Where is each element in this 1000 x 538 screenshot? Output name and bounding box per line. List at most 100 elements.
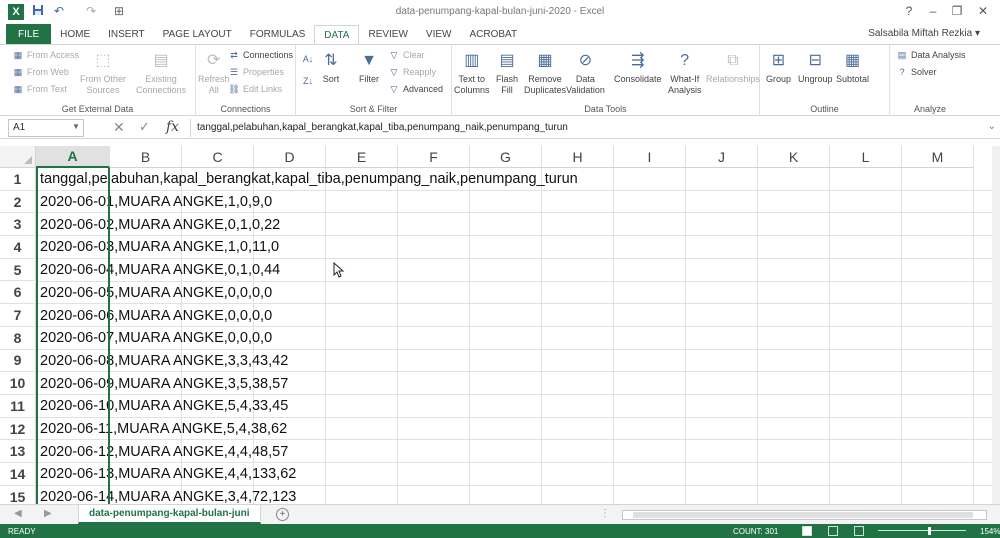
relationships-button[interactable]: ⧉ Relationships (706, 49, 760, 85)
tab-view[interactable]: VIEW (417, 24, 461, 44)
column-header-a[interactable]: A (36, 146, 110, 168)
tab-file[interactable]: FILE (6, 24, 52, 44)
column-header-g[interactable]: G (470, 146, 542, 168)
help-button[interactable]: ? (898, 2, 920, 20)
filter-button[interactable]: ▼ Filter (358, 49, 380, 85)
cell-a13[interactable]: 2020-06-12,MUARA ANGKE,4,4,48,57 (40, 440, 288, 463)
from-access-button[interactable]: ▦ From Access (12, 49, 79, 61)
column-header-b[interactable]: B (110, 146, 182, 168)
cell-a6[interactable]: 2020-06-05,MUARA ANGKE,0,0,0,0 (40, 282, 272, 305)
row-header[interactable]: 1 (0, 168, 36, 191)
cell-a15[interactable]: 2020-06-14,MUARA ANGKE,3,4,72,123 (40, 486, 296, 504)
row-header[interactable]: 6 (0, 281, 36, 305)
row-header[interactable]: 3 (0, 213, 36, 237)
clear-button[interactable]: ▽ Clear (388, 49, 425, 61)
edit-links-button[interactable]: ⛓ Edit Links (228, 83, 282, 95)
row-header[interactable]: 9 (0, 349, 36, 373)
remove-duplicates-button[interactable]: ▦ Remove Duplicates (524, 49, 566, 96)
tab-data[interactable]: DATA (314, 24, 360, 46)
properties-button[interactable]: ☰ Properties (228, 66, 284, 78)
what-if-analysis-button[interactable]: ? What-If Analysis (668, 49, 702, 96)
column-header-e[interactable]: E (326, 146, 398, 168)
text-to-columns-button[interactable]: ▥ Text to Columns (454, 49, 490, 96)
group-button[interactable]: ⊞ Group (766, 49, 791, 85)
zoom-slider-thumb[interactable] (928, 527, 931, 535)
cell-a10[interactable]: 2020-06-09,MUARA ANGKE,3,5,38,57 (40, 372, 288, 395)
sort-button[interactable]: ⇅ Sort (320, 49, 342, 85)
tab-formulas[interactable]: FORMULAS (241, 24, 315, 44)
insert-function-button[interactable]: fx (166, 119, 179, 135)
connections-button[interactable]: ⇄ Connections (228, 49, 293, 61)
formula-input[interactable]: tanggal,pelabuhan,kapal_berangkat,kapal_… (190, 119, 980, 137)
solver-button[interactable]: ? Solver (896, 66, 936, 78)
tab-home[interactable]: HOME (51, 24, 99, 44)
column-header-f[interactable]: F (398, 146, 470, 168)
worksheet-grid[interactable]: ABCDEFGHIJKLM 1 tanggal,pelabuhan,kapal_b… (0, 146, 992, 504)
tab-insert[interactable]: INSERT (99, 24, 154, 44)
row-header[interactable]: 13 (0, 440, 36, 464)
normal-view-icon[interactable] (802, 526, 812, 536)
row-header[interactable]: 15 (0, 485, 36, 504)
column-header-d[interactable]: D (254, 146, 326, 168)
row-header[interactable]: 8 (0, 326, 36, 350)
close-button[interactable]: ✕ (972, 2, 994, 20)
cell-a2[interactable]: 2020-06-01,MUARA ANGKE,1,0,9,0 (40, 191, 272, 214)
cell-a14[interactable]: 2020-06-13,MUARA ANGKE,4,4,133,62 (40, 463, 296, 486)
sort-za-button[interactable]: Z↓ (302, 75, 314, 87)
user-account[interactable]: Salsabila Miftah Rezkia ▾ (868, 28, 980, 39)
flash-fill-button[interactable]: ▤ Flash Fill (496, 49, 518, 96)
enter-icon[interactable]: ✓ (139, 119, 150, 135)
column-header-l[interactable]: L (830, 146, 902, 168)
column-header-i[interactable]: I (614, 146, 686, 168)
page-break-view-icon[interactable] (854, 526, 864, 536)
expand-formula-bar-icon[interactable]: ⌄ (988, 121, 996, 132)
reapply-button[interactable]: ▽ Reapply (388, 66, 437, 78)
cell-a3[interactable]: 2020-06-02,MUARA ANGKE,0,1,0,22 (40, 213, 280, 236)
tab-acrobat[interactable]: ACROBAT (460, 24, 526, 44)
row-header[interactable]: 4 (0, 236, 36, 259)
sort-az-button[interactable]: A↓ (302, 53, 314, 65)
column-header-m[interactable]: M (902, 146, 974, 168)
column-header-c[interactable]: C (182, 146, 254, 168)
cell-a8[interactable]: 2020-06-07,MUARA ANGKE,0,0,0,0 (40, 327, 272, 350)
data-validation-button[interactable]: ⊘ Data Validation (566, 49, 605, 96)
tab-page-layout[interactable]: PAGE LAYOUT (154, 24, 241, 44)
horizontal-scrollbar[interactable] (622, 510, 987, 520)
add-sheet-button[interactable]: + (276, 508, 289, 521)
minimize-button[interactable]: – (922, 2, 944, 20)
subtotal-button[interactable]: ▦ Subtotal (836, 49, 869, 85)
row-header[interactable]: 14 (0, 463, 36, 486)
advanced-button[interactable]: ▽ Advanced (388, 83, 444, 95)
sheet-tab[interactable]: data-penumpang-kapal-bulan-juni (78, 505, 261, 524)
column-header-j[interactable]: J (686, 146, 758, 168)
cell-a4[interactable]: 2020-06-03,MUARA ANGKE,1,0,11,0 (40, 236, 279, 259)
split-handle-icon[interactable]: ⋮ (600, 508, 610, 519)
horizontal-scroll-thumb[interactable] (633, 512, 973, 518)
existing-connections-button[interactable]: ▤ Existing Connections (136, 49, 186, 96)
cell-a12[interactable]: 2020-06-11,MUARA ANGKE,5,4,38,62 (40, 418, 287, 441)
from-web-button[interactable]: ▦ From Web (12, 66, 69, 78)
cell-a11[interactable]: 2020-06-10,MUARA ANGKE,5,4,33,45 (40, 395, 288, 418)
zoom-slider[interactable] (878, 530, 966, 531)
from-other-sources-button[interactable]: ⬚ From Other Sources (80, 49, 126, 96)
cell-a9[interactable]: 2020-06-08,MUARA ANGKE,3,3,43,42 (40, 350, 288, 373)
row-header[interactable]: 12 (0, 417, 36, 441)
data-analysis-button[interactable]: ▤ Data Analysis (896, 49, 966, 61)
row-header[interactable]: 11 (0, 395, 36, 418)
from-text-button[interactable]: ▦ From Text (12, 83, 67, 95)
cell-a5[interactable]: 2020-06-04,MUARA ANGKE,0,1,0,44 (40, 259, 280, 282)
refresh-all-button[interactable]: ⟳ Refresh All (198, 49, 230, 96)
zoom-level[interactable]: 154% (980, 527, 1000, 536)
row-header[interactable]: 5 (0, 258, 36, 282)
row-header[interactable]: 10 (0, 372, 36, 395)
cell-a1[interactable]: tanggal,pelabuhan,kapal_berangkat,kapal_… (40, 168, 578, 191)
column-header-h[interactable]: H (542, 146, 614, 168)
select-all-button[interactable] (0, 146, 36, 168)
maximize-button[interactable]: ❐ (946, 2, 968, 20)
row-header[interactable]: 7 (0, 304, 36, 327)
cancel-icon[interactable]: ✕ (113, 119, 125, 136)
chevron-down-icon[interactable]: ▼ (72, 122, 80, 131)
next-sheet-icon[interactable]: ▶ (44, 508, 52, 519)
tab-review[interactable]: REVIEW (359, 24, 416, 44)
cell-a7[interactable]: 2020-06-06,MUARA ANGKE,0,0,0,0 (40, 304, 272, 327)
